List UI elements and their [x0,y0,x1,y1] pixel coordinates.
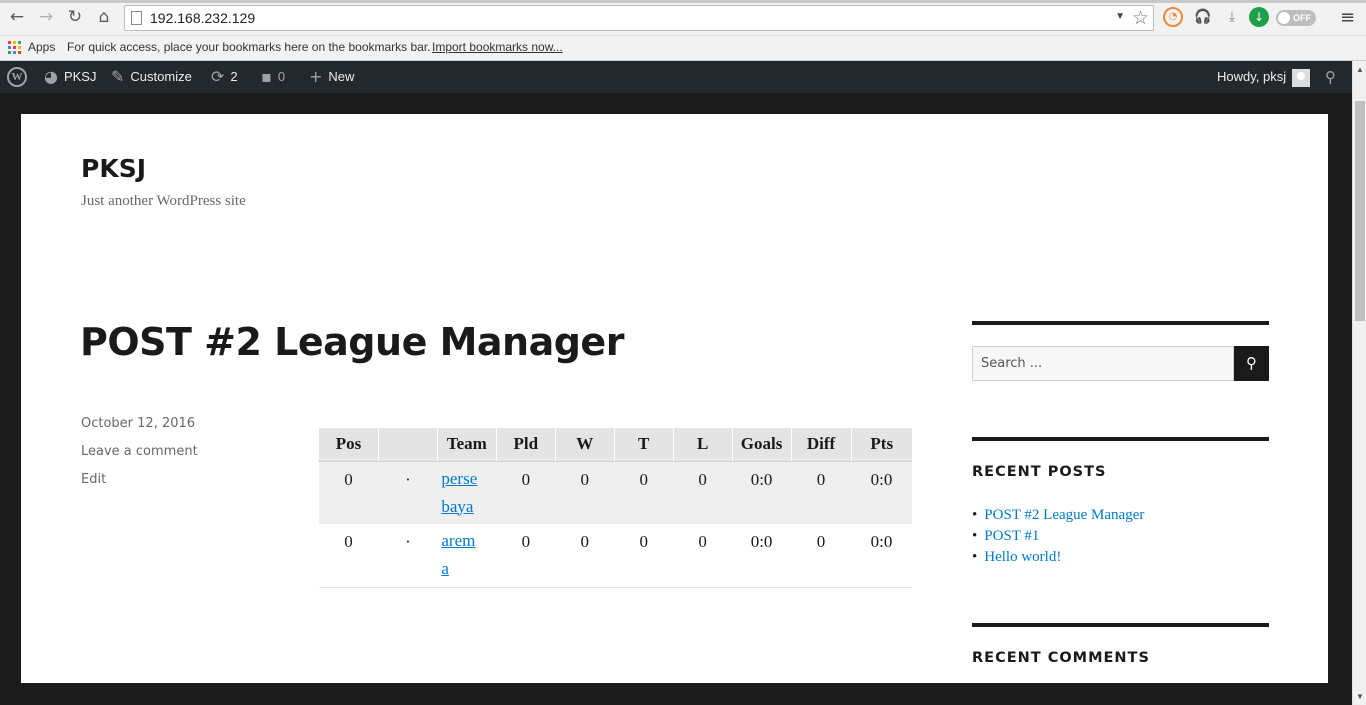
site-description: Just another WordPress site [81,193,246,209]
tab-strip [0,0,1366,3]
table-header-row: Pos Team Pld W T L Goals Diff Pts [318,428,912,462]
edit-link[interactable]: Edit [81,472,106,487]
extension-toggle[interactable]: OFF [1276,10,1316,26]
admin-comments[interactable]: ▪ 0 [261,61,285,93]
recent-post-link[interactable]: Hello world! [984,549,1061,565]
apps-icon[interactable] [8,41,21,54]
apps-link[interactable]: Apps [28,40,55,54]
cell-t: 0 [614,524,674,588]
col-goals: Goals [731,428,792,462]
home-icon[interactable]: ⌂ [93,6,115,28]
cell-l: 0 [673,524,733,588]
comment-bubble-icon: ▪ [261,67,272,86]
scroll-thumb[interactable] [1355,101,1365,321]
cell-pos: 0 [318,461,379,524]
cell-goals: 0:0 [732,524,792,588]
col-pld: Pld [495,428,556,462]
bookmarks-hint: For quick access, place your bookmarks h… [67,40,431,54]
post-title: POST #2 League Manager [80,320,624,364]
page-content: PKSJ Just another WordPress site POST #2… [21,114,1328,683]
recent-posts-title: RECENT POSTS [972,464,1107,480]
wordpress-logo-icon[interactable]: W [7,67,27,87]
sidebar-divider [972,321,1269,325]
chevron-down-icon[interactable]: ▼ [1115,11,1125,22]
col-t: T [613,428,674,462]
extension-green-download-icon[interactable]: ↓ [1249,7,1269,27]
recent-post-link[interactable]: POST #1 [984,528,1039,544]
cell-marker: · [378,461,438,524]
sidebar-divider [972,623,1269,627]
extension-clock-icon[interactable]: ◔ [1163,7,1183,27]
admin-search-icon[interactable]: ⚲ [1325,61,1336,93]
scroll-up-icon[interactable]: ▲ [1356,65,1364,74]
search-icon: ⚲ [1246,354,1257,372]
extension-download-icon[interactable]: ⤓ [1222,7,1242,27]
col-team: Team [436,428,497,462]
cell-diff: 0 [791,461,851,524]
address-bar[interactable]: 192.168.232.129 ▼ ☆ [124,5,1154,31]
search-input[interactable]: Search ... [972,346,1234,381]
col-pos: Pos [318,428,379,462]
search-button[interactable]: ⚲ [1234,346,1269,381]
col-marker [377,428,438,462]
col-l: L [672,428,733,462]
bookmarks-bar: Apps For quick access, place your bookma… [0,36,1366,61]
table-row: 0 · perse baya 0 0 0 0 0:0 0 0:0 [318,461,912,524]
admin-new[interactable]: + New [309,61,354,93]
table-row: 0 · arem a 0 0 0 0 0:0 0 0:0 [318,524,912,588]
sidebar-divider [972,437,1269,441]
list-item: POST #2 League Manager [972,505,1144,526]
back-icon[interactable]: ← [6,6,28,28]
team-link[interactable]: perse baya [441,469,477,516]
list-item: Hello world! [972,547,1144,568]
extension-headphones-icon[interactable]: 🎧 [1193,7,1213,27]
post-date[interactable]: October 12, 2016 [81,416,195,431]
cell-pld: 0 [496,524,556,588]
cell-diff: 0 [791,524,851,588]
plus-icon: + [309,67,323,86]
admin-howdy[interactable]: Howdy, pksj [1217,61,1311,93]
list-item: POST #1 [972,526,1144,547]
wp-admin-bar: W ◕ PKSJ ✎ Customize ⟳ 2 ▪ 0 + New Howdy, pks… [0,61,1352,93]
brush-icon: ✎ [111,67,125,86]
col-w: W [554,428,615,462]
team-link[interactable]: arem a [441,531,475,578]
leave-comment-link[interactable]: Leave a comment [81,444,198,459]
updates-icon: ⟳ [211,67,225,86]
cell-t: 0 [614,461,674,524]
recent-posts-list: POST #2 League Manager POST #1 Hello wor… [972,505,1144,568]
cell-pts: 0:0 [851,524,912,588]
cell-w: 0 [555,524,615,588]
site-title[interactable]: PKSJ [81,154,146,183]
col-pts: Pts [850,428,912,462]
import-bookmarks-link[interactable]: Import bookmarks now... [432,40,563,54]
cell-l: 0 [673,461,733,524]
col-diff: Diff [790,428,851,462]
cell-goals: 0:0 [732,461,792,524]
reload-icon[interactable]: ↻ [64,6,86,28]
page-icon [131,11,142,25]
bookmark-star-icon[interactable]: ☆ [1132,7,1149,29]
scroll-down-icon[interactable]: ▼ [1356,692,1364,701]
admin-site-name[interactable]: ◕ PKSJ [44,61,96,93]
cell-pld: 0 [496,461,556,524]
cell-pts: 0:0 [851,461,912,524]
cell-team: arem a [437,524,497,588]
dashboard-icon: ◕ [44,67,58,86]
cell-w: 0 [555,461,615,524]
page-scrollbar[interactable]: ▲ ▼ [1352,61,1366,705]
admin-customize[interactable]: ✎ Customize [111,61,192,93]
league-table: Pos Team Pld W T L Goals Diff Pts 0 · pe… [318,428,912,588]
admin-updates[interactable]: ⟳ 2 [211,61,238,93]
recent-post-link[interactable]: POST #2 League Manager [984,507,1144,523]
forward-icon[interactable]: → [35,6,57,28]
cell-team: perse baya [437,461,497,524]
recent-comments-title: RECENT COMMENTS [972,650,1150,666]
avatar [1292,68,1311,87]
cell-marker: · [378,524,438,588]
url-text[interactable]: 192.168.232.129 [150,10,255,26]
cell-pos: 0 [318,524,379,588]
browser-menu-icon[interactable]: ≡ [1340,7,1355,28]
browser-toolbar: ← → ↻ ⌂ 192.168.232.129 ▼ ☆ ◔ 🎧 ⤓ ↓ OFF … [0,0,1366,36]
